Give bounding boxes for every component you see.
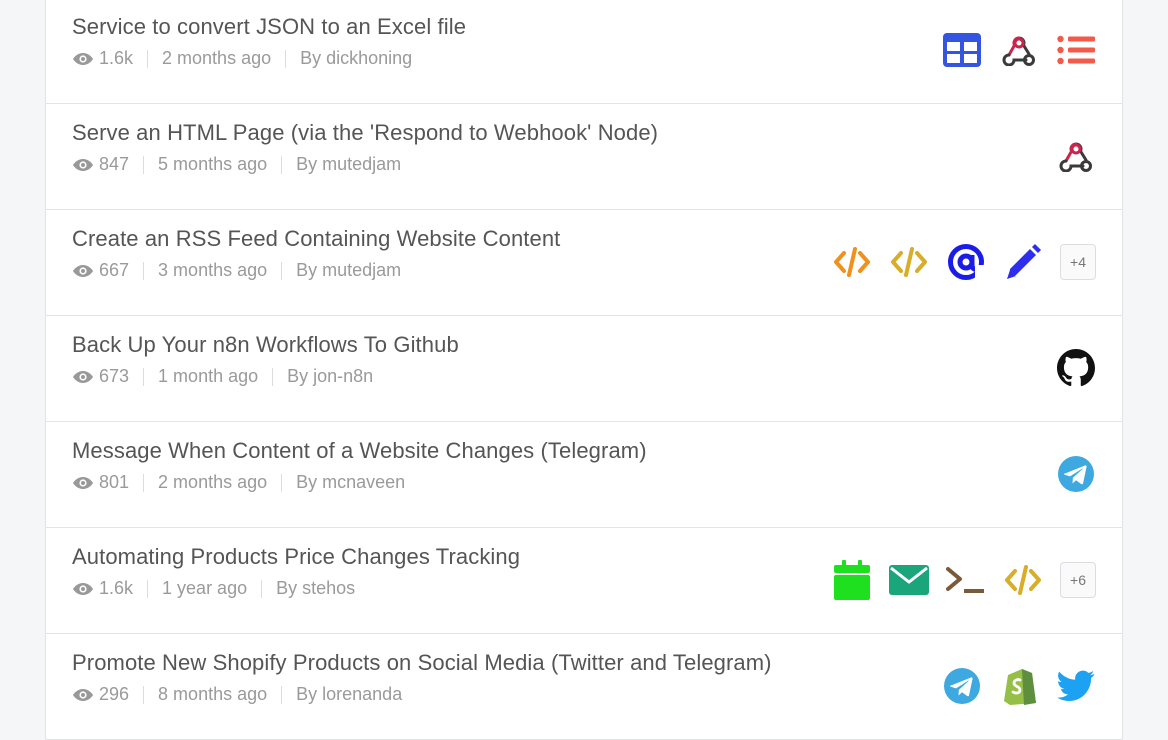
workflow-meta: 1.6k 2 months ago By dickhoning	[72, 48, 412, 69]
divider	[281, 155, 283, 174]
node-icons: +4	[832, 242, 1096, 282]
node-icons	[1056, 454, 1096, 494]
github-icon	[1056, 348, 1096, 388]
author-label[interactable]: By jon-n8n	[287, 366, 373, 387]
workflow-list: Service to convert JSON to an Excel file…	[45, 0, 1123, 740]
divider	[281, 685, 283, 704]
workflow-row[interactable]: Back Up Your n8n Workflows To Github 673…	[46, 316, 1122, 422]
author-label[interactable]: By mcnaveen	[296, 472, 405, 493]
list-icon	[1056, 30, 1096, 70]
eye-icon	[73, 688, 93, 701]
eye-icon	[73, 476, 93, 489]
workflow-row[interactable]: Promote New Shopify Products on Social M…	[46, 634, 1122, 740]
divider	[143, 155, 145, 174]
workflow-title[interactable]: Service to convert JSON to an Excel file	[72, 14, 466, 40]
eye-icon	[73, 582, 93, 595]
node-icons: +6	[832, 560, 1096, 600]
terminal-icon	[946, 560, 986, 600]
author-label[interactable]: By stehos	[276, 578, 355, 599]
telegram-icon	[942, 666, 982, 706]
workflow-row[interactable]: Create an RSS Feed Containing Website Co…	[46, 210, 1122, 316]
workflow-row[interactable]: Automating Products Price Changes Tracki…	[46, 528, 1122, 634]
webhook-icon	[999, 30, 1039, 70]
age-label: 3 months ago	[158, 260, 268, 280]
html-code-icon	[1003, 560, 1043, 600]
node-icons	[1056, 136, 1096, 176]
age-label: 1 year ago	[162, 578, 248, 598]
divider	[143, 685, 145, 704]
workflow-title[interactable]: Promote New Shopify Products on Social M…	[72, 650, 772, 676]
author-label[interactable]: By lorenanda	[296, 684, 402, 705]
age-label: 2 months ago	[162, 48, 272, 68]
node-icons	[942, 30, 1096, 70]
workflow-title[interactable]: Message When Content of a Website Change…	[72, 438, 647, 464]
more-nodes-badge[interactable]: +4	[1060, 244, 1096, 280]
workflow-meta: 673 1 month ago By jon-n8n	[72, 366, 373, 387]
twitter-icon	[1056, 666, 1096, 706]
more-nodes-badge[interactable]: +6	[1060, 562, 1096, 598]
eye-icon	[73, 264, 93, 277]
eye-icon	[73, 52, 93, 65]
workflow-row[interactable]: Service to convert JSON to an Excel file…	[46, 0, 1122, 104]
email-envelope-icon	[889, 560, 929, 600]
html-extract-icon	[832, 242, 872, 282]
divider	[147, 579, 149, 598]
workflow-title[interactable]: Serve an HTML Page (via the 'Respond to …	[72, 120, 658, 146]
age-label: 8 months ago	[158, 684, 268, 704]
workflow-title[interactable]: Automating Products Price Changes Tracki…	[72, 544, 520, 570]
divider	[272, 367, 274, 386]
workflow-meta: 801 2 months ago By mcnaveen	[72, 472, 405, 493]
workflow-row[interactable]: Serve an HTML Page (via the 'Respond to …	[46, 104, 1122, 210]
calendar-icon	[832, 560, 872, 600]
webhook-icon	[1056, 136, 1096, 176]
divider	[261, 579, 263, 598]
author-label[interactable]: By dickhoning	[300, 48, 412, 69]
divider	[281, 261, 283, 280]
spreadsheet-icon	[942, 30, 982, 70]
edit-pencil-icon	[1003, 242, 1043, 282]
workflow-meta: 1.6k 1 year ago By stehos	[72, 578, 355, 599]
age-label: 2 months ago	[158, 472, 268, 492]
divider	[147, 49, 149, 68]
workflow-title[interactable]: Create an RSS Feed Containing Website Co…	[72, 226, 560, 252]
node-icons	[1056, 348, 1096, 388]
divider	[143, 367, 145, 386]
view-count: 673	[99, 366, 130, 386]
html-code-icon	[889, 242, 929, 282]
view-count: 1.6k	[99, 578, 134, 598]
age-label: 1 month ago	[158, 366, 259, 386]
eye-icon	[73, 370, 93, 383]
eye-icon	[73, 158, 93, 171]
node-icons	[942, 666, 1096, 706]
author-label[interactable]: By mutedjam	[296, 154, 401, 175]
divider	[143, 261, 145, 280]
workflow-meta: 847 5 months ago By mutedjam	[72, 154, 401, 175]
workflow-meta: 296 8 months ago By lorenanda	[72, 684, 402, 705]
view-count: 667	[99, 260, 130, 280]
workflow-meta: 667 3 months ago By mutedjam	[72, 260, 401, 281]
view-count: 801	[99, 472, 130, 492]
age-label: 5 months ago	[158, 154, 268, 174]
divider	[143, 473, 145, 492]
view-count: 847	[99, 154, 130, 174]
view-count: 296	[99, 684, 130, 704]
shopify-icon	[999, 666, 1039, 706]
workflow-row[interactable]: Message When Content of a Website Change…	[46, 422, 1122, 528]
workflow-title[interactable]: Back Up Your n8n Workflows To Github	[72, 332, 459, 358]
author-label[interactable]: By mutedjam	[296, 260, 401, 281]
divider	[281, 473, 283, 492]
divider	[285, 49, 287, 68]
view-count: 1.6k	[99, 48, 134, 68]
telegram-icon	[1056, 454, 1096, 494]
email-at-icon	[946, 242, 986, 282]
